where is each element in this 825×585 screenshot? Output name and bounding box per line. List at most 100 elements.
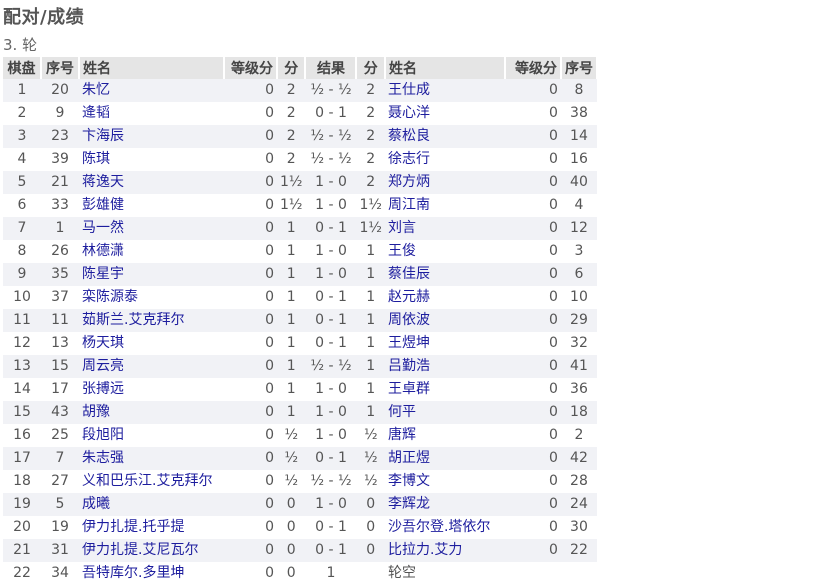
rating-black: 0 bbox=[504, 194, 561, 217]
player-name-black[interactable]: 郑方炳 bbox=[384, 171, 505, 194]
points-black: 2 bbox=[356, 125, 385, 148]
player-name-black[interactable]: 聂心洋 bbox=[384, 102, 505, 125]
points-black: ½ bbox=[356, 447, 385, 470]
player-name-white[interactable]: 茹斯兰.艾克拜尔 bbox=[79, 309, 224, 332]
player-number-black bbox=[560, 562, 597, 585]
player-name-white[interactable]: 蒋逸天 bbox=[79, 171, 224, 194]
player-number-black: 32 bbox=[560, 332, 597, 355]
player-number-white: 43 bbox=[41, 401, 79, 424]
points-black: 1 bbox=[356, 309, 385, 332]
rating-white: 0 bbox=[224, 493, 277, 516]
points-white: ½ bbox=[277, 470, 306, 493]
player-name-black[interactable]: 蔡松良 bbox=[384, 125, 505, 148]
game-result: 1 - 0 bbox=[305, 171, 357, 194]
player-name-white[interactable]: 朱忆 bbox=[79, 79, 224, 102]
player-name-black[interactable]: 唐辉 bbox=[384, 424, 505, 447]
player-name-black[interactable]: 比拉力.艾力 bbox=[384, 539, 505, 562]
player-name-white[interactable]: 林德潇 bbox=[79, 240, 224, 263]
points-black: ½ bbox=[356, 424, 385, 447]
player-number-black: 3 bbox=[560, 240, 597, 263]
player-name-black[interactable]: 周江南 bbox=[384, 194, 505, 217]
points-white: 1½ bbox=[277, 171, 306, 194]
player-name-black[interactable]: 李博文 bbox=[384, 470, 505, 493]
player-number-white: 9 bbox=[41, 102, 79, 125]
rating-white: 0 bbox=[224, 447, 277, 470]
player-name-black[interactable]: 周依波 bbox=[384, 309, 505, 332]
player-name-white[interactable]: 栾陈源泰 bbox=[79, 286, 224, 309]
player-name-white[interactable]: 陈星宇 bbox=[79, 263, 224, 286]
player-number-white: 26 bbox=[41, 240, 79, 263]
rating-black: 0 bbox=[504, 79, 561, 102]
player-number-white: 34 bbox=[41, 562, 79, 585]
points-black: 0 bbox=[356, 493, 385, 516]
player-name-white[interactable]: 成曦 bbox=[79, 493, 224, 516]
player-name-white[interactable]: 伊力扎提.托乎提 bbox=[79, 516, 224, 539]
board-number: 21 bbox=[3, 539, 41, 562]
player-name-black[interactable]: 李辉龙 bbox=[384, 493, 505, 516]
game-result: 1 - 0 bbox=[305, 378, 357, 401]
rating-black: 0 bbox=[504, 286, 561, 309]
player-number-black: 14 bbox=[560, 125, 597, 148]
game-result: 0 - 1 bbox=[305, 447, 357, 470]
table-row: 19 5 成曦 0 0 1 - 0 0 李辉龙 0 24 bbox=[3, 493, 597, 516]
player-number-white: 1 bbox=[41, 217, 79, 240]
player-name-white[interactable]: 张搏远 bbox=[79, 378, 224, 401]
player-name-black[interactable]: 胡正煜 bbox=[384, 447, 505, 470]
player-name-black[interactable]: 徐志行 bbox=[384, 148, 505, 171]
points-black: 2 bbox=[356, 79, 385, 102]
rating-white: 0 bbox=[224, 332, 277, 355]
player-name-white[interactable]: 陈琪 bbox=[79, 148, 224, 171]
player-name-white[interactable]: 马一然 bbox=[79, 217, 224, 240]
game-result: 1 - 0 bbox=[305, 493, 357, 516]
rating-black bbox=[504, 562, 561, 585]
player-name-white[interactable]: 伊力扎提.艾尼瓦尔 bbox=[79, 539, 224, 562]
player-name-white[interactable]: 彭雄健 bbox=[79, 194, 224, 217]
rating-black: 0 bbox=[504, 378, 561, 401]
player-name-white[interactable]: 胡豫 bbox=[79, 401, 224, 424]
player-number-white: 35 bbox=[41, 263, 79, 286]
player-name-black[interactable]: 刘言 bbox=[384, 217, 505, 240]
player-name-white[interactable]: 义和巴乐江.艾克拜尔 bbox=[79, 470, 224, 493]
player-name-black[interactable]: 王仕成 bbox=[384, 79, 505, 102]
rating-white: 0 bbox=[224, 79, 277, 102]
player-name-black[interactable]: 何平 bbox=[384, 401, 505, 424]
player-name-white[interactable]: 吾特库尔.多里坤 bbox=[79, 562, 224, 585]
player-name-black[interactable]: 赵元赫 bbox=[384, 286, 505, 309]
table-row: 22 34 吾特库尔.多里坤 0 0 1 轮空 bbox=[3, 562, 597, 585]
points-black bbox=[356, 562, 385, 585]
game-result: 0 - 1 bbox=[305, 102, 357, 125]
board-number: 5 bbox=[3, 171, 41, 194]
rating-black: 0 bbox=[504, 539, 561, 562]
player-number-white: 7 bbox=[41, 447, 79, 470]
player-name-white[interactable]: 逄韬 bbox=[79, 102, 224, 125]
player-name-black[interactable]: 王煜坤 bbox=[384, 332, 505, 355]
header-rating-black: 等级分 bbox=[504, 57, 562, 79]
player-number-white: 39 bbox=[41, 148, 79, 171]
player-name-black[interactable]: 吕勤浩 bbox=[384, 355, 505, 378]
player-name-white[interactable]: 卞海辰 bbox=[79, 125, 224, 148]
player-number-white: 5 bbox=[41, 493, 79, 516]
board-number: 3 bbox=[3, 125, 41, 148]
rating-black: 0 bbox=[504, 125, 561, 148]
player-name-white[interactable]: 周云亮 bbox=[79, 355, 224, 378]
header-rating-white: 等级分 bbox=[224, 57, 278, 79]
pairings-table: 棋盘 序号 姓名 等级分 分 结果 分 姓名 等级分 序号 1 20 朱忆 0 2 ½ -… bbox=[3, 57, 598, 585]
points-white: 1 bbox=[277, 217, 306, 240]
rating-black: 0 bbox=[504, 171, 561, 194]
bye-label: 轮空 bbox=[384, 562, 505, 585]
player-name-white[interactable]: 朱志强 bbox=[79, 447, 224, 470]
rating-black: 0 bbox=[504, 102, 561, 125]
player-name-black[interactable]: 王卓群 bbox=[384, 378, 505, 401]
player-name-black[interactable]: 蔡佳辰 bbox=[384, 263, 505, 286]
player-number-black: 4 bbox=[560, 194, 597, 217]
header-number-white: 序号 bbox=[41, 57, 80, 79]
table-row: 20 19 伊力扎提.托乎提 0 0 0 - 1 0 沙吾尔登.塔依尔 0 30 bbox=[3, 516, 597, 539]
player-name-white[interactable]: 杨天琪 bbox=[79, 332, 224, 355]
points-white: 0 bbox=[277, 539, 306, 562]
player-number-white: 19 bbox=[41, 516, 79, 539]
points-white: 0 bbox=[277, 493, 306, 516]
player-name-black[interactable]: 王俊 bbox=[384, 240, 505, 263]
player-name-white[interactable]: 段旭阳 bbox=[79, 424, 224, 447]
player-name-black[interactable]: 沙吾尔登.塔依尔 bbox=[384, 516, 505, 539]
points-white: 1½ bbox=[277, 194, 306, 217]
